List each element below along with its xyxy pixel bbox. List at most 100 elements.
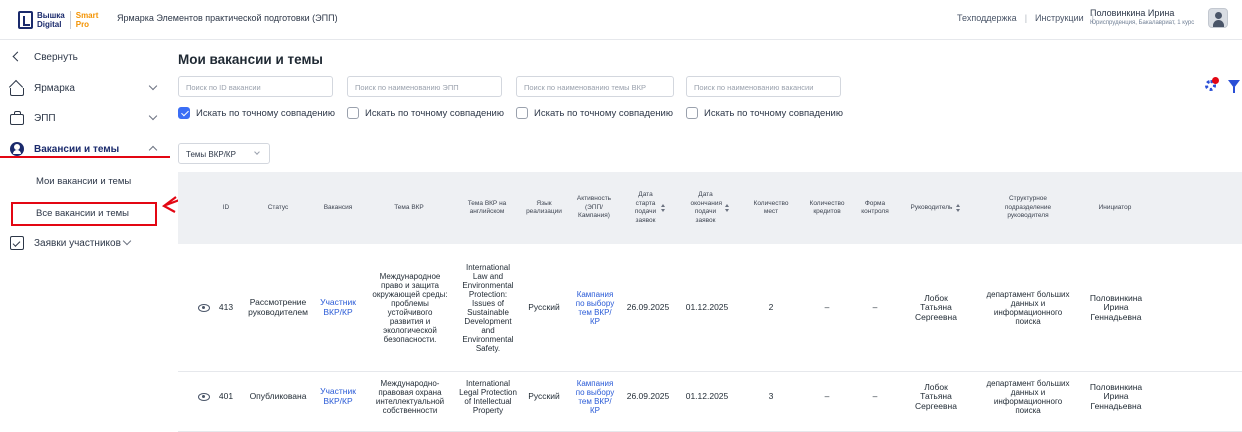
col-department: Структурное подразделение руководителя xyxy=(1004,195,1052,220)
status-cell: Рассмотрение руководителем xyxy=(248,297,308,317)
logo-smart-text: Smart Pro xyxy=(76,11,99,29)
logo-line-2: Digital xyxy=(37,20,62,29)
sidebar-subitem-my-vacancies[interactable]: Мои вакансии и темы xyxy=(36,176,131,187)
vacancies-table: ID Статус Вакансия Тема ВКР Тема ВКР на … xyxy=(178,172,1242,432)
col-places: Количество мест xyxy=(753,199,789,216)
sidebar-item-epp[interactable]: ЭПП xyxy=(0,107,170,129)
topic-cell: Международное право и защита окружающей … xyxy=(372,272,448,344)
view-cell[interactable] xyxy=(192,372,216,422)
activity-link[interactable]: Кампания по выбору тем ВКР/ КР xyxy=(574,372,616,422)
checkbox-label: Искать по точному совпадению xyxy=(365,107,504,119)
eye-icon[interactable] xyxy=(198,393,210,401)
checkbox-label: Искать по точному совпадению xyxy=(196,107,335,119)
col-activity: Активность (ЭПП/ Кампания) xyxy=(576,195,612,220)
user-program: Юриспруденция, Бакалавриат, 1 курс xyxy=(1090,20,1195,26)
instructions-link[interactable]: Инструкции xyxy=(1035,13,1084,23)
vacancy-link[interactable]: Участник ВКР/КР xyxy=(314,244,362,372)
lang-cell: Русский xyxy=(528,391,560,402)
filter-icon[interactable] xyxy=(1228,80,1240,93)
eye-icon[interactable] xyxy=(198,304,210,312)
avatar[interactable] xyxy=(1208,8,1228,28)
table-row[interactable]: 401 Опубликована Участник ВКР/КР Междуна… xyxy=(178,372,1242,432)
clipboard-check-icon xyxy=(10,236,24,250)
col-id: ID xyxy=(222,203,230,211)
briefcase-icon xyxy=(10,110,24,125)
id-cell: 401 xyxy=(218,391,234,402)
logo-smart-2: Pro xyxy=(75,20,90,29)
sidebar: Свернуть Ярмарка ЭПП Вакансии и темы Мои… xyxy=(0,40,170,419)
settings-gear-icon[interactable] xyxy=(1204,77,1219,92)
checkbox[interactable] xyxy=(516,107,528,119)
sidebar-item-fair[interactable]: Ярмарка xyxy=(0,77,170,99)
initiator-cell: Половинкина Ирина Геннадьевна xyxy=(1089,381,1143,411)
sidebar-item-applications[interactable]: Заявки участников xyxy=(0,232,170,254)
sort-icon xyxy=(660,204,666,212)
header-label: Руководитель xyxy=(910,203,953,211)
chevron-down-icon xyxy=(148,111,158,121)
top-header: Вышка Digital Smart Pro Ярмарка Элементо… xyxy=(0,0,1242,40)
page-title: Мои вакансии и темы xyxy=(178,52,323,67)
topic-cell: Международно-правовая охрана интеллектуа… xyxy=(375,379,445,415)
col-end-date[interactable]: Дата окончания подачи заявок xyxy=(680,172,740,244)
status-cell: Опубликована xyxy=(249,391,307,402)
chevron-down-icon xyxy=(122,236,132,246)
sidebar-item-collapse[interactable]: Свернуть xyxy=(0,46,170,68)
col-topic: Тема ВКР xyxy=(394,203,424,211)
link-separator: | xyxy=(1024,13,1028,23)
search-topic-input[interactable]: Поиск по наименованию темы ВКР xyxy=(516,76,674,97)
logo[interactable]: Вышка Digital Smart Pro xyxy=(18,9,98,31)
department-cell: департамент больших данных и информацион… xyxy=(986,379,1070,415)
support-link[interactable]: Техподдержка xyxy=(957,13,1017,23)
user-name: Половинкина Ирина xyxy=(1090,8,1175,18)
start-date-cell: 26.09.2025 xyxy=(626,302,670,313)
search-epp-input[interactable]: Поиск по наименованию ЭПП xyxy=(347,76,502,97)
checkbox-label: Искать по точному совпадению xyxy=(534,107,673,119)
end-date-cell: 01.12.2025 xyxy=(685,302,729,313)
top-links: Техподдержка | Инструкции | xyxy=(957,13,1094,23)
chevron-left-icon xyxy=(10,50,24,64)
sidebar-item-label: Вакансии и темы xyxy=(34,143,120,155)
highlight-box xyxy=(11,202,157,226)
col-status: Статус xyxy=(267,203,289,211)
logo-line-1: Вышка xyxy=(37,11,65,20)
col-control: Форма контроля xyxy=(861,199,889,216)
credits-cell: – xyxy=(824,391,830,402)
home-icon xyxy=(10,88,24,96)
initiator-cell: Половинкина Ирина Геннадьевна xyxy=(1089,292,1143,322)
col-start-date[interactable]: Дата старта подачи заявок xyxy=(622,172,678,244)
checkbox[interactable] xyxy=(347,107,359,119)
col-initiator: Инициатор xyxy=(1098,203,1132,211)
sidebar-item-label: ЭПП xyxy=(34,112,56,124)
checkbox[interactable] xyxy=(686,107,698,119)
exact-match-checkbox-3[interactable]: Искать по точному совпадению xyxy=(516,107,673,119)
search-vacancy-input[interactable]: Поиск по наименованию вакансии xyxy=(686,76,841,97)
vacancy-link[interactable]: Участник ВКР/КР xyxy=(314,372,362,422)
topic-en-cell: International Legal Protection of Intell… xyxy=(459,379,517,415)
topic-en-cell: International Law and Environmental Prot… xyxy=(462,263,514,353)
col-lang: Язык реализации xyxy=(526,199,562,216)
col-supervisor[interactable]: Руководитель xyxy=(896,172,976,244)
logo-text: Вышка Digital xyxy=(37,11,65,29)
exact-match-checkbox-1[interactable]: Искать по точному совпадению xyxy=(178,107,335,119)
start-date-cell: 26.09.2025 xyxy=(626,391,670,402)
activity-link[interactable]: Кампания по выбору тем ВКР/ КР xyxy=(574,244,616,372)
department-cell: департамент больших данных и информацион… xyxy=(986,290,1070,326)
type-select[interactable]: Темы ВКР/КР xyxy=(178,143,270,164)
exact-match-checkbox-4[interactable]: Искать по точному совпадению xyxy=(686,107,843,119)
checkbox-checked[interactable] xyxy=(178,107,190,119)
credits-cell: – xyxy=(824,302,830,313)
table-row[interactable]: 413 Рассмотрение руководителем Участник … xyxy=(178,244,1242,372)
exact-match-checkbox-2[interactable]: Искать по точному совпадению xyxy=(347,107,504,119)
col-vacancy: Вакансия xyxy=(323,203,353,211)
logo-divider xyxy=(69,11,71,29)
view-cell[interactable] xyxy=(192,244,216,372)
chevron-down-icon xyxy=(148,81,158,91)
user-info[interactable]: Половинкина Ирина Юриспруденция, Бакалав… xyxy=(1090,8,1200,26)
sidebar-item-label: Свернуть xyxy=(34,51,78,63)
chevron-up-icon xyxy=(148,145,158,155)
sort-icon xyxy=(955,204,961,212)
search-id-input[interactable]: Поиск по ID вакансии xyxy=(178,76,333,97)
control-cell: – xyxy=(872,302,878,313)
sidebar-item-label: Ярмарка xyxy=(34,82,75,94)
checkbox-label: Искать по точному совпадению xyxy=(704,107,843,119)
